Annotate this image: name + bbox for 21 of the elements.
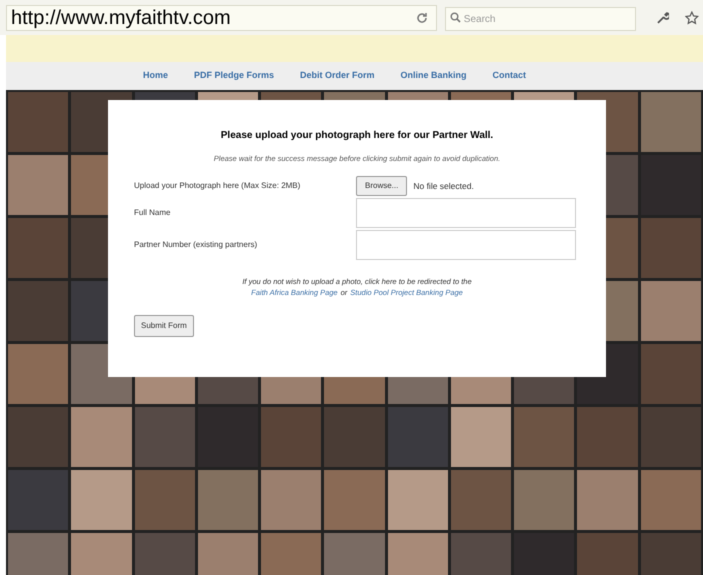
star-icon[interactable] <box>685 10 699 24</box>
nav-link[interactable]: Online Banking <box>400 69 467 83</box>
url-text: http://www.myfaithtv.com <box>10 8 231 28</box>
submit-button[interactable]: Submit Form <box>134 315 194 338</box>
browse-button[interactable]: Browse... <box>356 176 408 196</box>
nav-link[interactable]: Home <box>142 69 168 83</box>
search-field[interactable]: Search <box>444 7 636 31</box>
nav-link[interactable]: Contact <box>492 69 526 83</box>
nav-link[interactable]: Debit Order Form <box>300 69 375 83</box>
text-field[interactable] <box>356 230 576 260</box>
reload-icon[interactable] <box>416 12 428 24</box>
wrench-icon[interactable] <box>656 10 670 24</box>
search-icon <box>450 12 461 22</box>
upload-label: Upload your Photograph here (Max Size: 2MB) <box>134 180 302 192</box>
field-label: Full Name <box>134 207 172 220</box>
nav-link[interactable]: PDF Pledge Forms <box>194 69 274 83</box>
address-bar[interactable]: http://www.myfaithtv.com <box>6 4 437 30</box>
form-title: Please upload your photograph here for our Partner Wall. <box>220 129 494 143</box>
text-field[interactable] <box>356 198 576 228</box>
file-status: No file selected. <box>413 180 474 193</box>
field-label: Partner Number (existing partners) <box>134 239 258 252</box>
